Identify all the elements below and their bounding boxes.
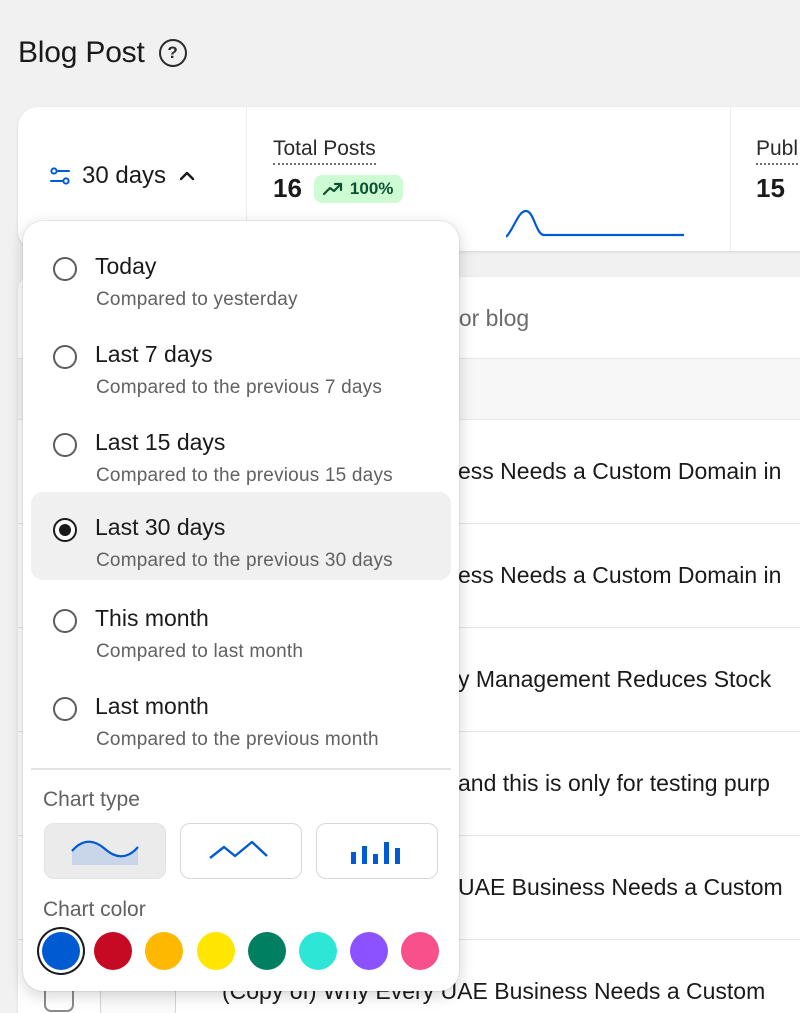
dropdown-divider <box>31 768 451 770</box>
option-description: Compared to the previous 30 days <box>96 550 393 571</box>
chart-color-label: Chart color <box>43 898 146 921</box>
option-description: Compared to the previous 7 days <box>96 377 383 398</box>
color-swatch-yellow[interactable] <box>197 932 235 970</box>
metric-published[interactable]: Publ 15 <box>756 137 799 204</box>
post-title[interactable]: ess Needs a Custom Domain in <box>458 458 781 485</box>
option-description: Compared to yesterday <box>96 289 298 310</box>
option-last-7-days[interactable]: Last 7 days Compared to the previous 7 d… <box>31 319 451 407</box>
radio-button[interactable] <box>53 257 77 281</box>
option-description: Compared to last month <box>96 641 304 662</box>
option-this-month[interactable]: This month Compared to last month <box>31 583 451 671</box>
option-description: Compared to the previous 15 days <box>96 465 393 486</box>
metric-divider <box>730 107 731 251</box>
chevron-up-icon <box>179 171 195 181</box>
option-label: This month <box>95 605 209 631</box>
color-swatch-pink[interactable] <box>401 932 439 970</box>
bar-chart-icon <box>351 842 400 864</box>
option-last-15-days[interactable]: Last 15 days Compared to the previous 15… <box>31 407 451 495</box>
period-selector-button[interactable]: 30 days <box>48 162 198 190</box>
chart-type-label: Chart type <box>43 788 140 811</box>
page-header: Blog Post ? <box>18 36 187 70</box>
metric-value: 15 <box>756 173 785 203</box>
radio-button[interactable] <box>53 345 77 369</box>
color-swatch-blue[interactable] <box>42 932 80 970</box>
option-last-month[interactable]: Last month Compared to the previous mont… <box>31 671 451 759</box>
option-label: Last 7 days <box>95 341 213 367</box>
chart-type-line-button[interactable] <box>180 823 302 879</box>
option-description: Compared to the previous month <box>96 729 379 750</box>
metric-label: Total Posts <box>273 137 376 165</box>
radio-button[interactable] <box>53 433 77 457</box>
period-label: 30 days <box>82 162 167 189</box>
color-swatch-teal[interactable] <box>299 932 337 970</box>
option-label: Last 30 days <box>95 514 226 540</box>
option-label: Today <box>95 253 157 279</box>
trend-up-icon <box>322 182 343 195</box>
line-chart-icon <box>209 840 268 859</box>
option-today[interactable]: Today Compared to yesterday <box>31 231 451 319</box>
radio-button-checked[interactable] <box>53 518 77 542</box>
color-swatch-green[interactable] <box>248 932 286 970</box>
post-title[interactable]: UAE Business Needs a Custom <box>458 874 783 901</box>
metric-value: 16 <box>273 173 302 203</box>
metric-label: Publ <box>756 137 799 165</box>
change-badge: 100% <box>313 174 404 203</box>
radio-button[interactable] <box>53 609 77 633</box>
total-posts-sparkline <box>506 209 684 238</box>
color-swatch-red[interactable] <box>94 932 132 970</box>
post-title[interactable]: and this is only for testing purp <box>458 770 770 797</box>
option-last-30-days[interactable]: Last 30 days Compared to the previous 30… <box>31 492 451 580</box>
post-title[interactable]: y Management Reduces Stock <box>458 666 771 693</box>
smooth-line-chart-icon <box>71 840 139 865</box>
chart-type-smooth-line-button[interactable] <box>44 823 166 879</box>
help-icon[interactable]: ? <box>158 39 187 67</box>
metric-total-posts[interactable]: Total Posts 16 100% <box>273 137 404 204</box>
radio-button[interactable] <box>53 697 77 721</box>
option-label: Last month <box>95 693 209 719</box>
option-label: Last 15 days <box>95 429 226 455</box>
post-title[interactable]: ess Needs a Custom Domain in <box>458 562 781 589</box>
color-swatch-purple[interactable] <box>350 932 388 970</box>
chart-type-bar-button[interactable] <box>316 823 438 879</box>
period-dropdown: Today Compared to yesterday Last 7 days … <box>23 221 459 991</box>
filter-icon <box>50 167 70 185</box>
change-value: 100% <box>349 178 394 198</box>
page-title: Blog Post <box>18 36 145 69</box>
color-swatch-orange[interactable] <box>145 932 183 970</box>
